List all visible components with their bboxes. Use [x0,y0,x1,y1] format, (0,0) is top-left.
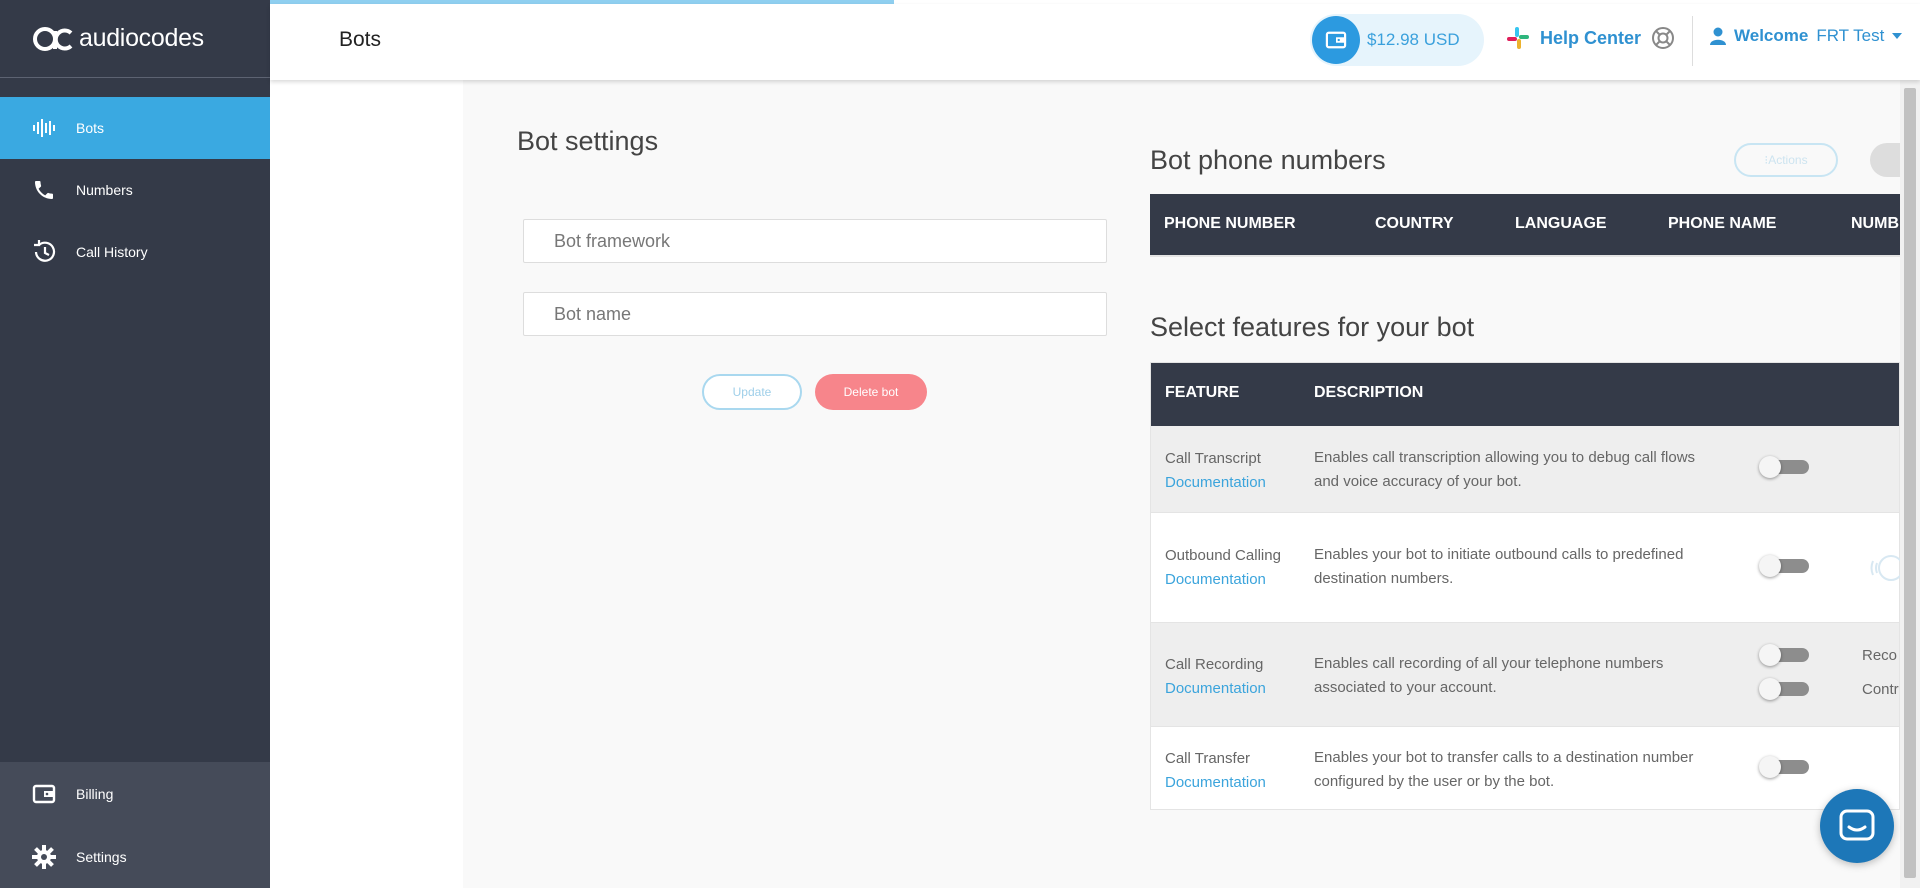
column-header[interactable]: COUNTRY [1375,215,1454,233]
column-header[interactable]: PHONE NAME [1668,215,1776,233]
balance-amount: $12.98 USD [1367,30,1460,49]
documentation-link[interactable]: Documentation [1165,474,1266,491]
description-line: and voice accuracy of your bot. [1314,473,1522,490]
sidebar-bottom: Billing Settings [0,762,270,888]
call-recording-control-toggle[interactable] [1759,678,1811,700]
toggle-knob [1759,555,1781,577]
documentation-link[interactable]: Documentation [1165,680,1266,697]
sidebar-item-call-history[interactable]: Call History [0,221,270,283]
phone-icon [30,176,58,204]
documentation-link[interactable]: Documentation [1165,571,1266,588]
description-line: destination numbers. [1314,570,1454,587]
feature-name: Outbound Calling [1165,547,1281,564]
update-button[interactable]: Update [702,374,802,410]
table-header: PHONE NUMBER COUNTRY LANGUAGE PHONE NAME… [1150,194,1900,255]
audiocodes-logo-icon [33,26,73,51]
table-divider [1150,255,1900,257]
help-center-link[interactable]: Help Center [1506,26,1675,50]
feature-description: Enables call transcription allowing you … [1314,446,1734,494]
top-bar: Bots $12.98 USD Help Center Welcome FRT … [270,4,1920,80]
feature-row-call-recording: Call Recording Documentation Enables cal… [1151,623,1899,727]
call-transcript-toggle[interactable] [1759,456,1811,478]
sidebar-item-label: Billing [76,785,114,802]
call-transfer-toggle[interactable] [1759,756,1811,778]
features-table: FEATURE DESCRIPTION Call Transcript Docu… [1150,362,1901,811]
sidebar-item-label: Numbers [76,182,133,198]
sidebar-item-label: Bots [76,120,105,136]
features-title: Select features for your bot [1150,312,1475,342]
user-icon [1710,27,1726,45]
sidebar-item-numbers[interactable]: Numbers [0,159,270,221]
waveform-icon [30,114,58,142]
column-header[interactable]: PHONE NUMBER [1164,215,1296,233]
description-line: configured by the user or by the bot. [1314,773,1555,790]
sidebar: audiocodes Bots Numbers Call History Bil… [0,0,270,888]
page-title: Bots [339,28,382,51]
logo-text: audiocodes [79,24,204,52]
caret-down-icon [1892,33,1903,39]
table-header: FEATURE DESCRIPTION [1151,363,1899,426]
feature-name: Call Transfer [1165,750,1251,767]
sidebar-item-label: Call History [76,244,148,260]
chat-launcher-button[interactable] [1820,789,1894,863]
welcome-label: Welcome [1734,26,1809,45]
column-header: FEATURE [1165,384,1240,401]
header-divider [1692,16,1693,66]
wallet-icon [1312,16,1360,64]
description-line: associated to your account. [1314,679,1497,696]
slack-icon [1507,27,1529,49]
feature-description: Enables your bot to initiate outbound ca… [1314,543,1734,591]
feature-name: Call Transcript [1165,450,1261,467]
description-line: Enables call transcription allowing you … [1314,449,1696,466]
lifebuoy-icon [1652,27,1675,49]
toggle-knob [1759,456,1781,478]
bot-phone-numbers-title: Bot phone numbers [1150,145,1386,175]
sidebar-item-settings[interactable]: Settings [0,825,270,888]
recording-control-label: Contr [1862,681,1899,698]
feature-description: Enables call recording of all your telep… [1314,652,1734,700]
outbound-calling-toggle[interactable] [1759,555,1811,577]
feature-description: Enables your bot to transfer calls to a … [1314,746,1734,794]
bot-framework-field[interactable]: Bot framework [523,219,1107,263]
sidebar-item-label: Settings [76,848,127,865]
scrollbar-thumb[interactable] [1904,88,1916,878]
toggle-knob [1759,644,1781,666]
description-line: Enables your bot to initiate outbound ca… [1314,546,1684,563]
sidebar-item-billing[interactable]: Billing [0,762,270,825]
description-line: Enables call recording of all your telep… [1314,655,1664,672]
feature-row-call-transfer: Call Transfer Documentation Enables your… [1151,727,1899,811]
balance-badge[interactable]: $12.98 USD [1310,14,1484,66]
sidebar-nav: Bots Numbers Call History [0,97,270,283]
toggle-knob [1759,678,1781,700]
column-header[interactable]: NUMB [1851,215,1899,233]
chat-icon [1839,809,1875,841]
logo[interactable]: audiocodes [0,0,270,78]
column-header: DESCRIPTION [1314,384,1424,401]
bot-settings-title: Bot settings [517,126,659,156]
history-icon [30,238,58,266]
actions-button[interactable]: ⁝Actions [1734,143,1838,177]
user-name: FRT Test [1816,26,1885,45]
user-menu[interactable]: Welcome FRT Test [1710,26,1903,46]
bot-name-field[interactable]: Bot name [523,292,1107,336]
feature-row-outbound-calling: Outbound Calling Documentation Enables y… [1151,513,1901,623]
column-header[interactable]: LANGUAGE [1515,215,1607,233]
phone-numbers-table: PHONE NUMBER COUNTRY LANGUAGE PHONE NAME… [1150,194,1900,257]
toggle-knob [1759,756,1781,778]
wallet-icon [30,780,58,808]
sidebar-item-bots[interactable]: Bots [0,97,270,159]
recording-option-label: Reco [1862,647,1898,664]
gear-icon [30,843,58,871]
call-wave-icon[interactable] [1869,553,1901,583]
documentation-link[interactable]: Documentation [1165,774,1266,791]
feature-name: Call Recording [1165,656,1264,673]
description-line: Enables your bot to transfer calls to a … [1314,749,1694,766]
page-scrollbar[interactable] [1900,80,1920,888]
feature-row-call-transcript: Call Transcript Documentation Enables ca… [1151,426,1899,513]
delete-bot-button[interactable]: Delete bot [815,374,927,410]
call-recording-toggle[interactable] [1759,644,1811,666]
help-center-label: Help Center [1540,27,1642,48]
